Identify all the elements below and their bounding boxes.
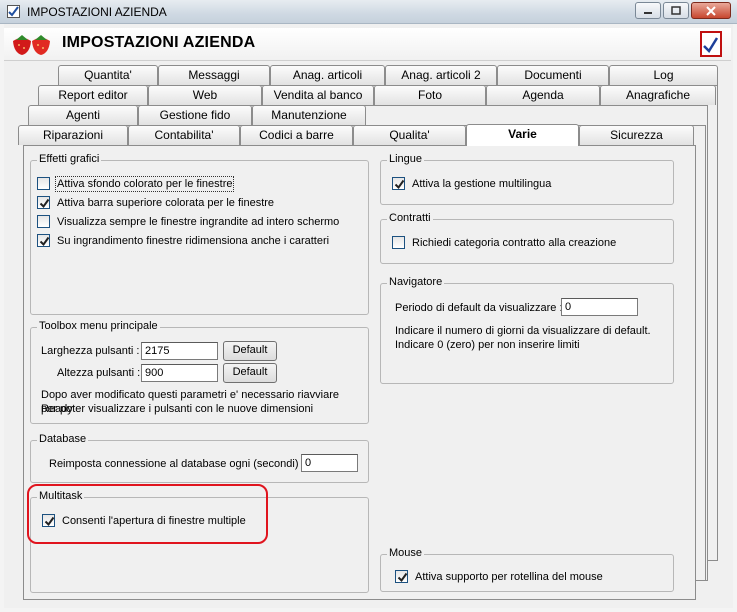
group-contratti: Contratti Richiedi categoria contratto a… bbox=[380, 212, 674, 264]
tab-agenda[interactable]: Agenda bbox=[486, 85, 600, 105]
tab-gestione-fido[interactable]: Gestione fido bbox=[138, 105, 252, 125]
strawberry-logo-icon bbox=[10, 31, 56, 60]
checkmark-icon bbox=[44, 516, 55, 527]
checkbox-sfondo-colorato[interactable]: Attiva sfondo colorato per le finestre bbox=[37, 175, 235, 192]
tab-codici-a-barre[interactable]: Codici a barre bbox=[240, 125, 353, 145]
larghezza-input[interactable]: 2175 bbox=[141, 342, 218, 360]
checkbox-box[interactable] bbox=[37, 196, 50, 209]
checkbox-multilingua[interactable]: Attiva la gestione multilingua bbox=[392, 177, 551, 190]
tab-messaggi[interactable]: Messaggi bbox=[158, 65, 270, 85]
tab-agenti[interactable]: Agenti bbox=[28, 105, 138, 125]
tab-qualita[interactable]: Qualita' bbox=[353, 125, 466, 145]
larghezza-label: Larghezza pulsanti : bbox=[41, 345, 140, 357]
maximize-button[interactable] bbox=[663, 2, 689, 19]
database-label: Reimposta connessione al database ogni (… bbox=[49, 458, 305, 470]
checkbox-box[interactable] bbox=[37, 177, 50, 190]
database-seconds-input[interactable]: 0 bbox=[301, 454, 358, 472]
group-legend: Multitask bbox=[37, 490, 85, 502]
group-mouse: Mouse Attiva supporto per rotellina del … bbox=[380, 547, 674, 592]
group-lingue: Lingue Attiva la gestione multilingua bbox=[380, 153, 674, 205]
header-check-icon[interactable] bbox=[700, 31, 722, 57]
checkbox-box[interactable] bbox=[395, 570, 408, 583]
form-header: IMPOSTAZIONI AZIENDA bbox=[4, 28, 731, 61]
checkmark-icon bbox=[39, 236, 50, 247]
tab-manutenzione[interactable]: Manutenzione bbox=[252, 105, 366, 125]
checkmark-icon bbox=[394, 179, 405, 190]
checkbox-label: Attiva la gestione multilingua bbox=[412, 177, 552, 190]
tab-anag-articoli[interactable]: Anag. articoli bbox=[270, 65, 385, 85]
checkmark-icon bbox=[397, 572, 408, 583]
group-database: Database Reimposta connessione al databa… bbox=[30, 433, 369, 483]
group-legend: Contratti bbox=[387, 212, 433, 224]
tab-varie[interactable]: Varie bbox=[466, 124, 579, 146]
tab-anagrafiche[interactable]: Anagrafiche bbox=[600, 85, 716, 105]
minimize-button[interactable] bbox=[635, 2, 661, 19]
tab-report-editor[interactable]: Report editor bbox=[38, 85, 148, 105]
maximize-icon bbox=[671, 5, 681, 15]
navigatore-note-line2: Indicare 0 (zero) per non inserire limit… bbox=[395, 339, 580, 351]
tab-log[interactable]: Log bbox=[609, 65, 718, 85]
group-legend: Lingue bbox=[387, 153, 425, 165]
tab-riparazioni[interactable]: Riparazioni bbox=[18, 125, 128, 145]
toolbox-note-line2: per poter visualizzare i pulsanti con le… bbox=[41, 403, 314, 415]
checkbox-ridimensiona-caratteri[interactable]: Su ingrandimento finestre ridimensiona a… bbox=[37, 234, 329, 247]
checkbox-rotellina-mouse[interactable]: Attiva supporto per rotellina del mouse bbox=[395, 570, 603, 583]
checkmark-icon bbox=[39, 198, 50, 209]
altezza-label: Altezza pulsanti : bbox=[57, 367, 141, 379]
checkbox-label: Visualizza sempre le finestre ingrandite… bbox=[57, 215, 340, 228]
group-legend: Mouse bbox=[387, 547, 425, 559]
group-legend: Navigatore bbox=[387, 276, 445, 288]
window-title: IMPOSTAZIONI AZIENDA bbox=[27, 5, 167, 19]
group-navigatore: Navigatore Periodo di default da visuali… bbox=[380, 276, 674, 384]
checkbox-label: Consenti l'apertura di finestre multiple bbox=[62, 514, 246, 527]
checkbox-label: Attiva sfondo colorato per le finestre bbox=[54, 175, 235, 192]
tab-anag-articoli-2[interactable]: Anag. articoli 2 bbox=[385, 65, 497, 85]
group-legend: Database bbox=[37, 433, 89, 445]
tab-web[interactable]: Web bbox=[148, 85, 262, 105]
checkbox-barra-superiore[interactable]: Attiva barra superiore colorata per le f… bbox=[37, 196, 274, 209]
tab-sicurezza[interactable]: Sicurezza bbox=[579, 125, 694, 145]
checkbox-box[interactable] bbox=[392, 177, 405, 190]
minimize-icon bbox=[644, 11, 652, 14]
periodo-label: Periodo di default da visualizzare : bbox=[395, 302, 563, 314]
periodo-input[interactable]: 0 bbox=[561, 298, 638, 316]
group-legend: Effetti grafici bbox=[37, 153, 102, 165]
app-check-icon[interactable] bbox=[6, 4, 21, 19]
tab-contabilita[interactable]: Contabilita' bbox=[128, 125, 240, 145]
close-icon bbox=[706, 5, 716, 16]
tab-documenti[interactable]: Documenti bbox=[497, 65, 609, 85]
larghezza-default-button[interactable]: Default bbox=[223, 341, 277, 361]
group-legend: Toolbox menu principale bbox=[37, 320, 160, 332]
checkbox-box[interactable] bbox=[42, 514, 55, 527]
checkbox-label: Su ingrandimento finestre ridimensiona a… bbox=[57, 234, 330, 247]
header-title: IMPOSTAZIONI AZIENDA bbox=[62, 34, 256, 51]
navigatore-note-line1: Indicare il numero di giorni da visualiz… bbox=[395, 325, 651, 337]
checkbox-box[interactable] bbox=[37, 234, 50, 247]
close-button[interactable] bbox=[691, 2, 731, 19]
group-multitask: Multitask Consenti l'apertura di finestr… bbox=[30, 490, 369, 593]
checkbox-label: Attiva supporto per rotellina del mouse bbox=[415, 570, 603, 583]
checkbox-box[interactable] bbox=[37, 215, 50, 228]
checkbox-finestre-multiple[interactable]: Consenti l'apertura di finestre multiple bbox=[42, 514, 246, 527]
altezza-default-button[interactable]: Default bbox=[223, 363, 277, 383]
checkbox-label: Attiva barra superiore colorata per le f… bbox=[57, 196, 275, 209]
checkbox-box[interactable] bbox=[392, 236, 405, 249]
tab-quantita[interactable]: Quantita' bbox=[58, 65, 158, 85]
group-toolbox: Toolbox menu principale Larghezza pulsan… bbox=[30, 320, 369, 424]
tab-foto[interactable]: Foto bbox=[374, 85, 486, 105]
checkbox-schermo-intero[interactable]: Visualizza sempre le finestre ingrandite… bbox=[37, 215, 339, 228]
checkbox-categoria-contratto[interactable]: Richiedi categoria contratto alla creazi… bbox=[392, 236, 616, 249]
title-bar[interactable]: IMPOSTAZIONI AZIENDA bbox=[0, 0, 737, 24]
checkbox-label: Richiedi categoria contratto alla creazi… bbox=[412, 236, 617, 249]
group-effetti-grafici: Effetti grafici Attiva sfondo colorato p… bbox=[30, 153, 369, 315]
altezza-input[interactable]: 900 bbox=[141, 364, 218, 382]
tab-vendita-al-banco[interactable]: Vendita al banco bbox=[262, 85, 374, 105]
